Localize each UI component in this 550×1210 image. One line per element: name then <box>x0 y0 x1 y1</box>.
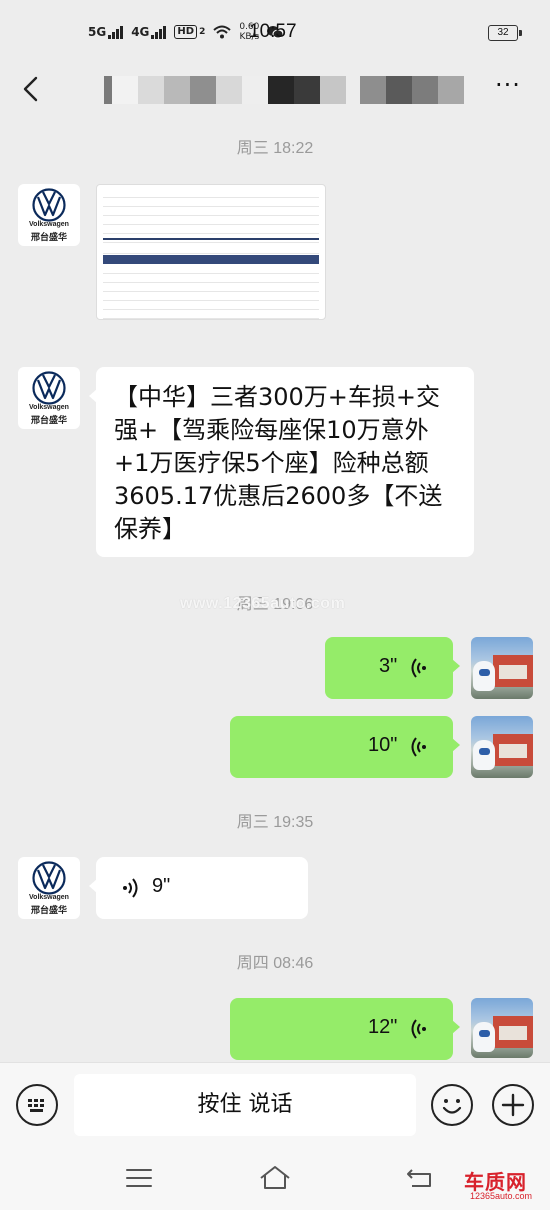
back-button[interactable] <box>18 72 48 106</box>
voice-message[interactable]: 10" <box>230 716 460 778</box>
menu-icon <box>126 1169 152 1187</box>
volkswagen-logo-icon <box>32 371 66 405</box>
brand-name: Volkswagen <box>29 221 69 228</box>
voice-message[interactable]: 3" <box>325 637 460 699</box>
home-nav-button[interactable] <box>258 1162 290 1192</box>
signal-icon <box>151 25 167 39</box>
voice-wave-icon <box>411 658 426 678</box>
brand-name: Volkswagen <box>29 894 69 901</box>
chevron-left-icon <box>23 76 38 102</box>
dealer-name: 邢台盛华 <box>30 233 67 243</box>
hd-voice-icon: HD <box>174 25 198 39</box>
image-message-insurance-quote[interactable] <box>96 184 326 320</box>
volkswagen-logo-icon <box>32 861 66 895</box>
network-4g-label: 4G <box>131 25 150 39</box>
timestamp: 周三 19:35 <box>236 814 314 831</box>
more-functions-button[interactable] <box>492 1084 534 1126</box>
contact-avatar[interactable]: Volkswagen 邢台盛华 <box>18 367 80 429</box>
hold-to-talk-button[interactable]: 按住 说话 <box>74 1074 416 1136</box>
timestamp: 周三 18:22 <box>236 140 314 157</box>
my-avatar[interactable] <box>471 998 533 1058</box>
voice-duration: 9" <box>152 875 171 897</box>
hd-sub: 2 <box>199 27 206 37</box>
signal-icon <box>108 25 124 39</box>
text-message[interactable]: 【中华】三者300万+车损+交强+【驾乘险每座保10万意外+1万医疗保5个座】险… <box>89 367 474 557</box>
voice-wave-icon <box>411 1019 426 1039</box>
contact-avatar[interactable]: Volkswagen 邢台盛华 <box>18 857 80 919</box>
back-arrow-icon <box>407 1169 431 1187</box>
site-watermark-logo: 车质网 12365auto.com <box>464 1170 533 1201</box>
emoji-button[interactable] <box>431 1084 473 1126</box>
battery-indicator: 32 <box>488 25 522 41</box>
dealer-name: 邢台盛华 <box>30 416 67 426</box>
my-avatar[interactable] <box>471 637 533 699</box>
voice-message[interactable]: 12" <box>230 998 460 1060</box>
wifi-icon <box>213 25 232 39</box>
contact-avatar[interactable]: Volkswagen 邢台盛华 <box>18 184 80 246</box>
timestamp: 周四 08:46 <box>236 955 314 972</box>
voice-wave-icon <box>411 737 426 757</box>
dealer-name: 邢台盛华 <box>30 906 67 916</box>
smiley-icon <box>442 1099 462 1114</box>
plus-icon <box>501 1093 525 1117</box>
keyboard-icon <box>28 1099 44 1112</box>
voice-duration: 12" <box>368 1016 398 1038</box>
watermark: www.12365auto.com <box>180 595 346 612</box>
voice-wave-icon <box>123 878 138 898</box>
menu-nav-button[interactable] <box>123 1162 155 1192</box>
keyboard-toggle-button[interactable] <box>16 1084 58 1126</box>
table-header-bar <box>103 255 319 264</box>
voice-duration: 3" <box>379 655 398 677</box>
status-bar: 5G 4G HD 2 0.60 KB/s 10:57 32 <box>0 0 550 62</box>
my-avatar[interactable] <box>471 716 533 778</box>
more-options-button[interactable]: ··· <box>488 73 528 104</box>
network-5g-label: 5G <box>88 25 107 39</box>
voice-duration: 10" <box>368 734 398 756</box>
volkswagen-logo-icon <box>32 188 66 222</box>
input-bar: 按住 说话 <box>0 1062 550 1148</box>
home-icon <box>260 1166 290 1189</box>
status-time: 10:57 <box>249 21 297 42</box>
back-nav-button[interactable] <box>404 1162 436 1192</box>
chat-header: ··· <box>0 62 550 118</box>
brand-name: Volkswagen <box>29 404 69 411</box>
voice-message[interactable]: 9" <box>89 857 308 919</box>
chat-title-blurred <box>104 76 464 104</box>
